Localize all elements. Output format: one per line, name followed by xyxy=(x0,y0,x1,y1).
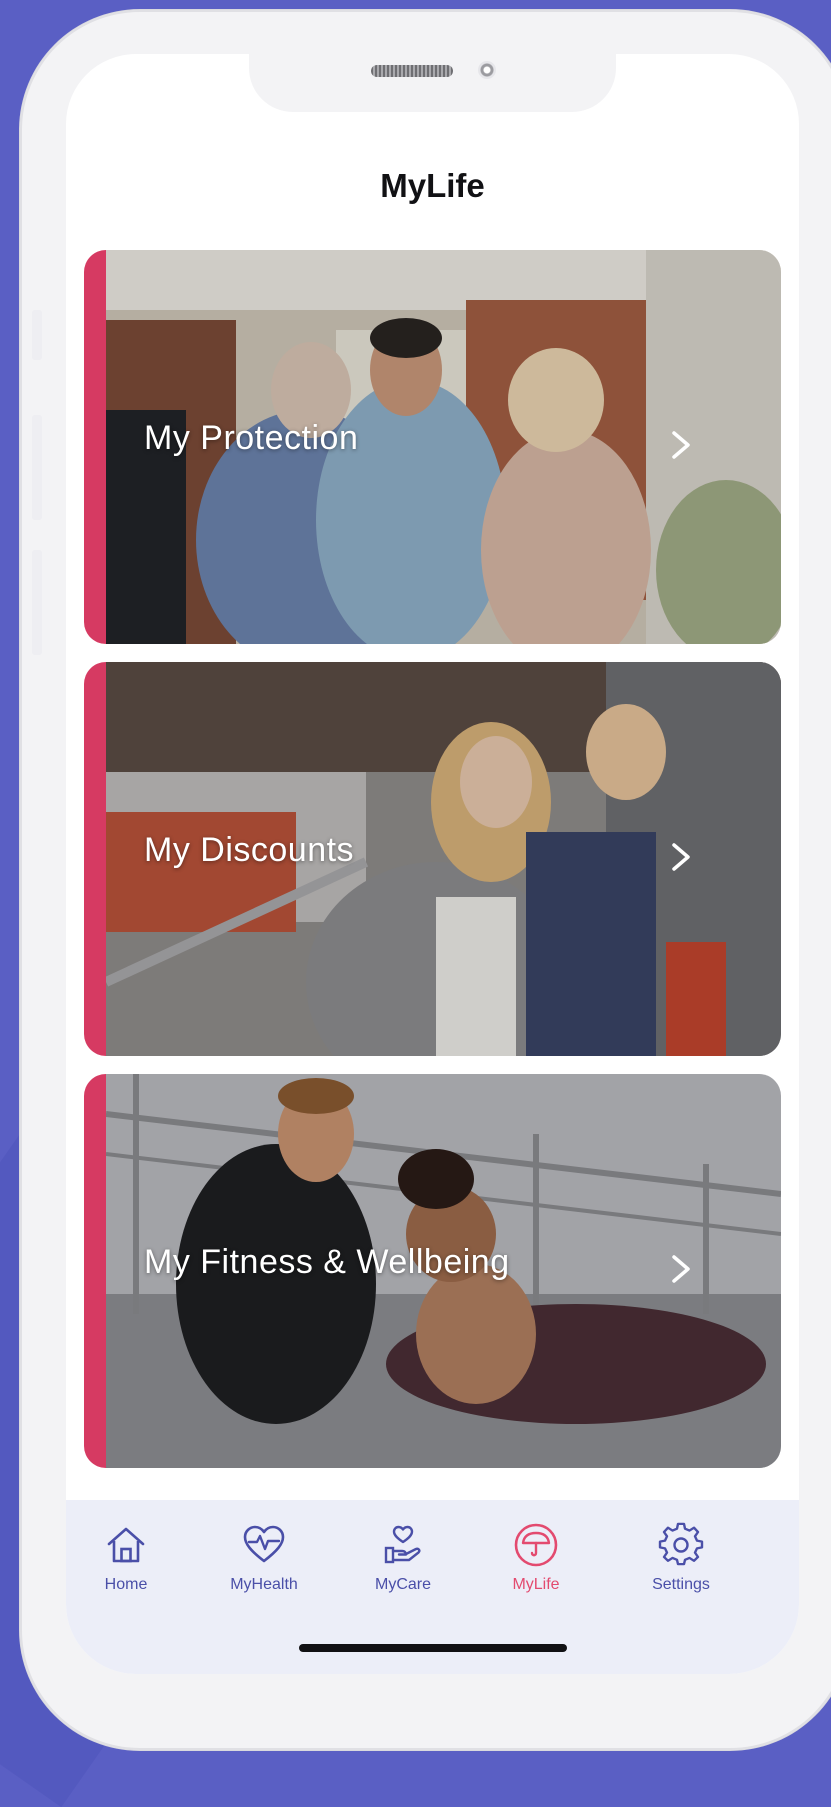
card-label-fitness: My Fitness & Wellbeing xyxy=(144,1243,510,1281)
tab-mylife[interactable]: MyLife xyxy=(476,1522,596,1602)
card-label-protection: My Protection xyxy=(144,419,359,457)
phone-notch xyxy=(249,54,616,112)
phone-volume-up xyxy=(32,415,42,520)
phone-volume-down xyxy=(32,550,42,655)
umbrella-icon xyxy=(514,1523,558,1567)
chevron-right-icon xyxy=(672,843,690,871)
tab-label-settings: Settings xyxy=(652,1576,710,1593)
gear-icon xyxy=(658,1522,704,1566)
card-my-discounts[interactable]: My Discounts xyxy=(84,662,781,1056)
card-my-protection[interactable]: My Protection xyxy=(84,250,781,644)
card-accent-bar xyxy=(84,250,106,644)
card-accent-bar xyxy=(84,1074,106,1468)
tab-label-mycare: MyCare xyxy=(374,1576,431,1593)
tab-label-mylife: MyLife xyxy=(512,1576,560,1593)
app-screen: MyLife My Protection My Discounts My Fit… xyxy=(66,54,799,1674)
heart-pulse-icon xyxy=(243,1525,285,1563)
speaker-grille xyxy=(371,65,453,77)
card-my-fitness-wellbeing[interactable]: My Fitness & Wellbeing xyxy=(84,1074,781,1468)
tab-label-myhealth: MyHealth xyxy=(230,1576,298,1593)
home-icon xyxy=(107,1527,145,1563)
chevron-right-icon xyxy=(672,1255,690,1283)
front-camera xyxy=(478,61,496,79)
hand-heart-icon xyxy=(384,1525,421,1564)
tab-label-home: Home xyxy=(104,1576,148,1593)
home-indicator[interactable] xyxy=(299,1644,567,1652)
tab-settings[interactable]: Settings xyxy=(621,1522,741,1602)
tab-myhealth[interactable]: MyHealth xyxy=(204,1522,324,1602)
tab-mycare[interactable]: MyCare xyxy=(343,1522,463,1602)
page-title: MyLife xyxy=(380,167,485,204)
phone-mute-switch xyxy=(32,310,42,360)
card-accent-bar xyxy=(84,662,106,1056)
chevron-right-icon xyxy=(672,431,690,459)
card-label-discounts: My Discounts xyxy=(144,831,355,869)
tab-home[interactable]: Home xyxy=(66,1522,186,1602)
